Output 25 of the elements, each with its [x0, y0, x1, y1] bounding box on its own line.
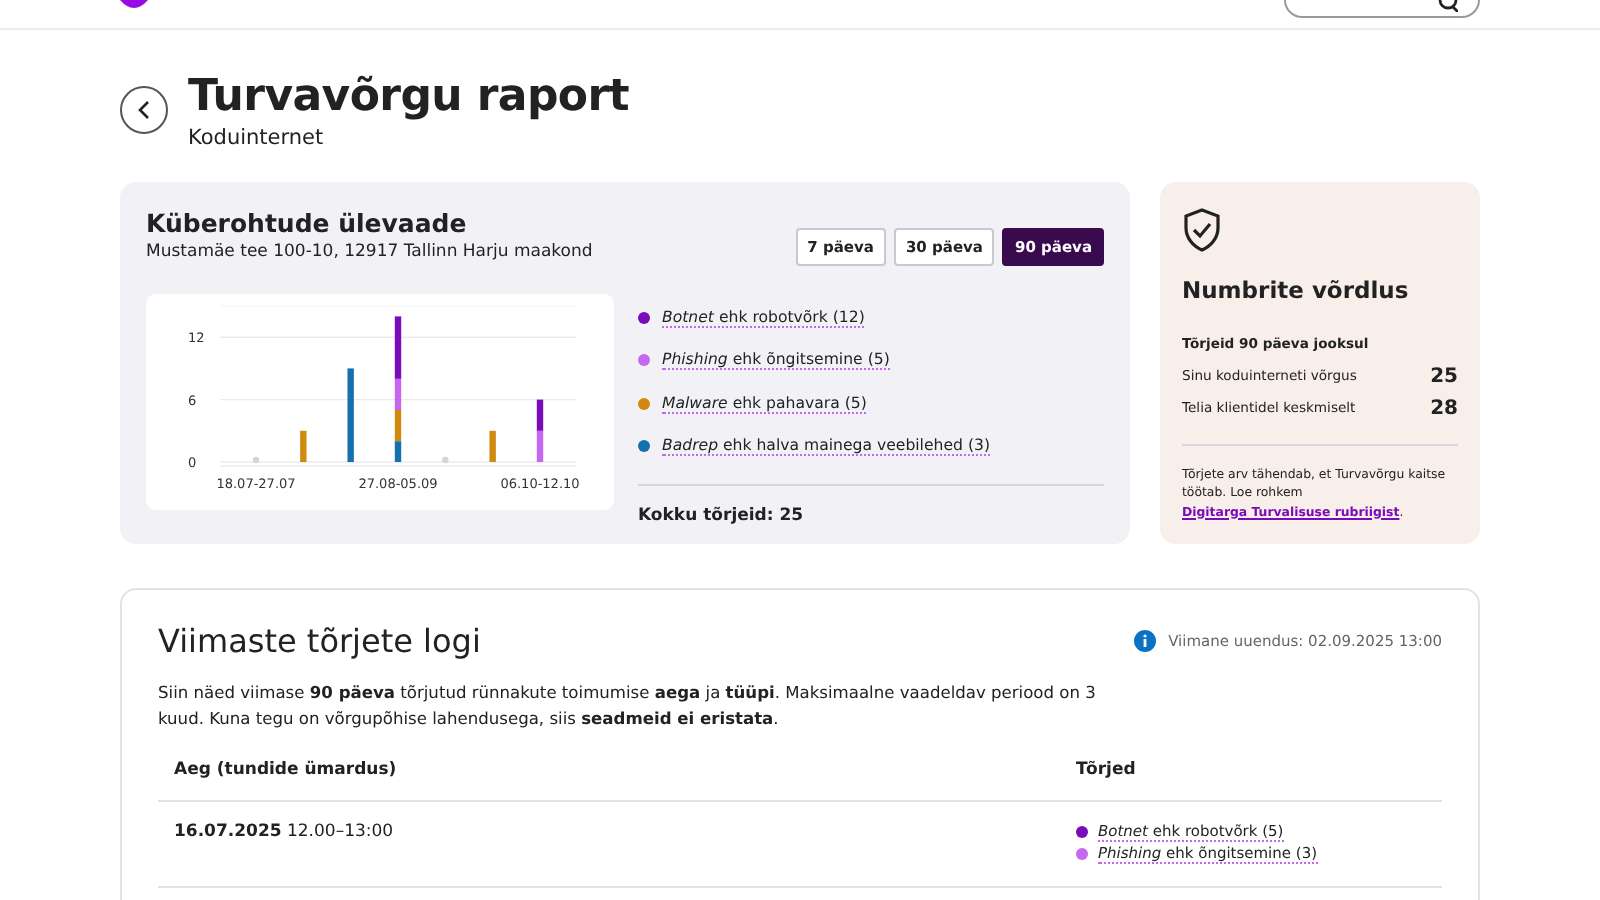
column-header: Tõrjed — [1076, 759, 1138, 780]
logo-icon[interactable] — [120, 0, 148, 12]
chart-bar — [299, 430, 306, 462]
chart-bar — [488, 430, 495, 462]
total-count: Kokku tõrjeid: 25 — [638, 506, 806, 526]
column-header: Aeg (tundide ümardus) — [174, 759, 397, 780]
search-field[interactable] — [1284, 0, 1480, 18]
shield-check-icon — [1182, 208, 1222, 252]
search-icon — [1438, 0, 1458, 12]
page-title: Turvavõrgu raport — [188, 72, 629, 122]
page-subtitle: Koduinternet — [188, 126, 326, 150]
log-description: Siin näed viimase 90 päeva tõrjutud rünnakute toimumise aega ja tüüpi. Maksimaalne vaadeldav periood on 3 kuud. Kuna tegu on võrgupõhise lahendusega, siis seadmeid ei eristata. — [158, 680, 1098, 732]
comparison-value: 25 — [1430, 365, 1458, 387]
chart-bar — [346, 368, 353, 462]
address-text: Mustamäe tee 100-10, 12917 Tallinn Harju maakond — [146, 242, 593, 262]
card-title: Viimaste tõrjete logi — [158, 622, 481, 660]
card-title: Numbrite võrdlus — [1182, 276, 1411, 304]
chevron-left-icon — [136, 100, 152, 120]
card-title: Küberohtude ülevaade — [146, 208, 469, 238]
comparison-value: 28 — [1430, 397, 1458, 419]
zero-marker — [441, 456, 448, 464]
info-icon — [1134, 630, 1157, 652]
zero-marker — [251, 456, 259, 464]
back-button[interactable] — [120, 86, 168, 134]
table-cell: 16.07.2025 12.00–13:00 — [174, 821, 394, 842]
